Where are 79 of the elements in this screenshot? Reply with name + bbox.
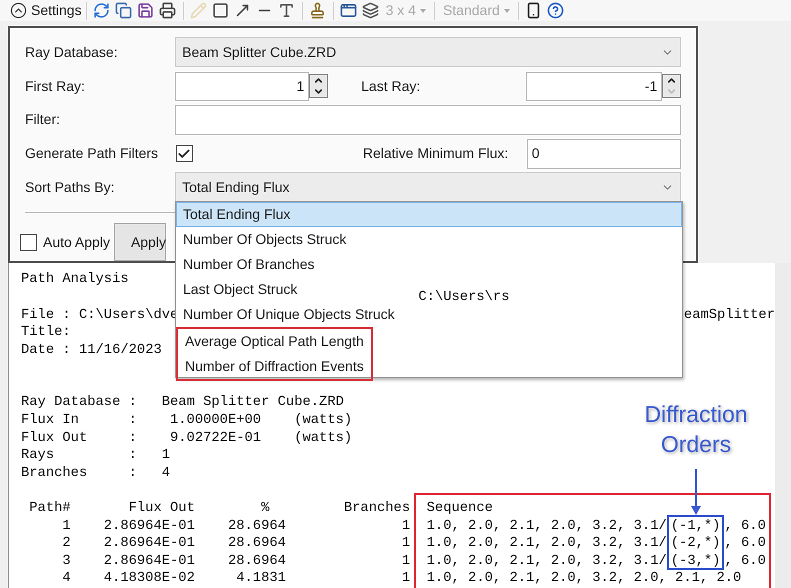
column-header: Sequence (426, 500, 493, 518)
collapse-icon (10, 2, 27, 20)
summary-value: 4 (162, 464, 172, 482)
summary-value: 1.00000E+00 (169, 412, 262, 430)
field-label: Generate Path Filters (25, 144, 160, 164)
report-text: Date : 11/16/2023 (21, 342, 162, 360)
caret-icon (420, 8, 426, 13)
spin-buttons[interactable] (309, 74, 328, 98)
column-header: Branches (342, 500, 410, 518)
annotation-arrow (691, 469, 701, 516)
last-ray-field[interactable]: -1 (526, 72, 662, 101)
settings-toggle[interactable]: Settings (10, 0, 82, 22)
filter-field[interactable] (175, 104, 681, 135)
table-cell-text: 2.86964E-01 (102, 552, 195, 570)
caret-icon (504, 8, 510, 13)
table-cell-text: 2 (61, 535, 71, 553)
dropdown-option[interactable]: Last Object Struck (176, 277, 304, 302)
dropdown-option[interactable]: Number Of Unique Objects Struck (176, 302, 402, 327)
ray-database-dropdown[interactable]: Beam Splitter Cube.ZRD (175, 37, 681, 68)
dropdown-option[interactable]: Number Of Objects Struck (176, 227, 354, 252)
checkbox-label: Auto Apply (43, 232, 110, 252)
apply-button[interactable]: Apply (114, 223, 166, 262)
summary-label: Flux In (21, 412, 80, 430)
column-header: % (260, 500, 270, 518)
summary-label: Ray Database (21, 394, 122, 412)
summary-label: Rays (21, 447, 56, 465)
field-label: Ray Database: (25, 42, 119, 62)
table-cell-text: 1 (61, 518, 71, 536)
column-header: Flux Out (128, 500, 195, 518)
table-cell-text: 2.86964E-01 (102, 518, 195, 536)
report-title: Path Analysis (21, 271, 129, 289)
field-label: Filter: (25, 110, 61, 130)
summary-separator: : (128, 447, 138, 465)
report-text: File : C:\Users\dve (21, 306, 178, 324)
dropdown-option[interactable]: Number Of Branches (176, 252, 322, 277)
summary-separator: : (128, 464, 138, 482)
checkbox[interactable] (176, 145, 193, 162)
first-ray-field[interactable]: 1 (175, 72, 310, 101)
table-cell-text: 28.6964 (226, 518, 286, 536)
sort-paths-dropdown[interactable]: Total Ending Flux (175, 172, 681, 202)
table-cell-text: 4.18308E-02 (102, 570, 195, 588)
column-header: Path# (28, 500, 71, 518)
field-label: Sort Paths By: (25, 178, 116, 197)
table-cell-text: 4 (61, 570, 71, 588)
report-text: eamSplitter (684, 306, 775, 324)
field-label: First Ray: (25, 76, 86, 96)
summary-unit: (watts) (294, 412, 352, 430)
summary-separator: : (128, 412, 138, 430)
report-text: Title: (21, 324, 71, 342)
table-cell-text: 28.6964 (226, 552, 286, 570)
table-cell-text: 1 (400, 518, 410, 536)
summary-value: Beam Splitter Cube.ZRD (162, 394, 344, 412)
sequence-cell-text: 1.0, 2.0, 2.1, 2.0, 3.2, 3.1/ (-2,*) , 6.0 (426, 535, 766, 553)
summary-value: 9.02722E-01 (169, 430, 262, 448)
table-cell-text: 1 (400, 552, 410, 570)
table-cell-text: 4.1831 (235, 570, 286, 588)
sequence-cell-text: 1.0, 2.0, 2.1, 2.0, 3.2, 2.0, 2.1, 2.0 (426, 570, 742, 588)
dropdown-option[interactable]: Average Optical Path Length (178, 329, 371, 354)
field-label: Last Ray: (361, 76, 422, 96)
summary-value: 1 (162, 447, 172, 465)
summary-unit: (watts) (294, 430, 352, 448)
annotation-label: Diffraction Orders (643, 400, 749, 460)
sequence-cell-text: 1.0, 2.0, 2.1, 2.0, 3.2, 3.1/ (-3,*) , 6.0 (426, 552, 766, 570)
table-cell-text: 3 (61, 552, 71, 570)
table-cell-text: 2.86964E-01 (102, 535, 195, 553)
table-cell-text: 1 (400, 570, 410, 588)
sequence-cell-text: 1.0, 2.0, 2.1, 2.0, 3.2, 3.1/ (-1,*) , 6.0 (426, 518, 766, 536)
relative-minimum-flux-field[interactable]: 0 (526, 138, 681, 169)
field-label: Relative Minimum Flux: (362, 144, 510, 164)
table-cell-text: 28.6964 (226, 535, 286, 553)
summary-label: Branches (21, 464, 88, 482)
checkbox[interactable] (20, 234, 37, 251)
dropdown-option[interactable]: Total Ending Flux (176, 202, 682, 227)
report-text: C:\Users\rs (418, 288, 510, 306)
summary-separator: : (128, 394, 138, 412)
summary-separator: : (128, 430, 138, 448)
dropdown-option[interactable]: Number of Diffraction Events (178, 354, 371, 379)
table-cell-text: 1 (400, 535, 410, 553)
summary-label: Flux Out (21, 430, 88, 448)
